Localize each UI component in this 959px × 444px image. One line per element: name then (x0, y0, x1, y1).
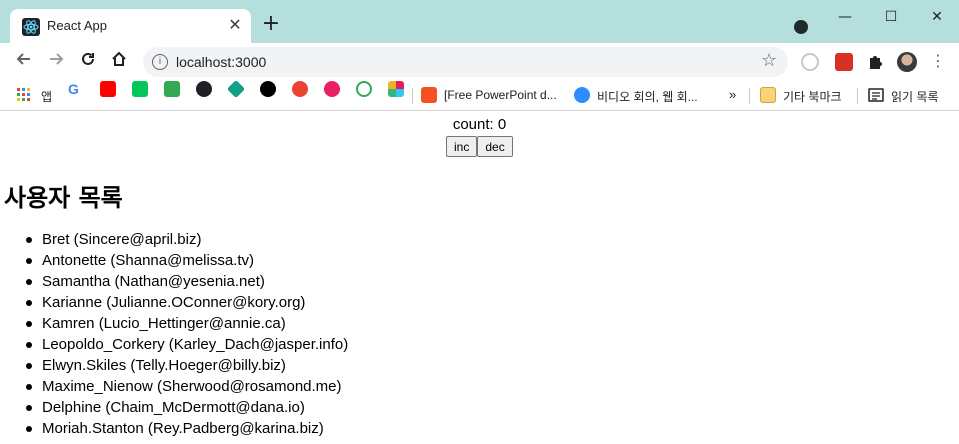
inc-button[interactable]: inc (446, 136, 478, 157)
zoom-icon (574, 87, 590, 103)
reload-icon (82, 52, 94, 65)
arrow-left-icon (16, 53, 30, 65)
reading-list-label: 읽기 목록 (891, 90, 939, 104)
counter-buttons: inc dec (446, 136, 513, 157)
close-window-button[interactable]: ✕ (920, 6, 954, 28)
bookmark-other-label: 기타 북마크 (783, 90, 842, 104)
home-icon (112, 51, 126, 66)
list-item: Maxime_Nienow (Sherwood@rosamond.me) (25, 376, 348, 397)
list-item: Karianne (Julianne.OConner@kory.org) (25, 292, 348, 313)
url-text[interactable]: localhost:3000 (176, 54, 266, 70)
google-icon[interactable]: G (68, 81, 84, 97)
divider (749, 88, 750, 104)
tab-strip: React App ✕ + — ☐ ✕ (0, 0, 959, 43)
apps-grid-icon (17, 88, 30, 101)
s-icon[interactable] (292, 81, 308, 97)
new-tab-button[interactable]: + (259, 12, 283, 36)
bookmark-apps-label: 앱 (41, 90, 53, 104)
divider (857, 88, 858, 104)
diamond-icon[interactable] (226, 79, 246, 99)
info-icon[interactable]: i (152, 54, 168, 70)
page-title: 사용자 목록 (4, 184, 123, 212)
star-icon[interactable]: ☆ (761, 50, 777, 71)
extension-circle-icon[interactable] (801, 53, 819, 71)
list-item: Samantha (Nathan@yesenia.net) (25, 271, 348, 292)
react-icon (22, 18, 40, 36)
divider (412, 88, 413, 104)
tab-title: React App (47, 18, 107, 33)
bookmark-video-label: 비디오 회의, 웹 회... (597, 90, 698, 104)
tab-react-app[interactable]: React App ✕ (10, 9, 251, 43)
bookmark-powerpoint[interactable]: [Free PowerPoint d... (421, 87, 561, 105)
tab-search-icon[interactable] (794, 20, 808, 34)
bookmark-apps[interactable]: 앱 (16, 87, 56, 105)
list-item: Moriah.Stanton (Rey.Padberg@karina.biz) (25, 418, 348, 439)
bookmarks-bar: 앱 G [Free PowerPoint d... 비디오 회의, 웹 회...… (0, 79, 959, 111)
maximize-button[interactable]: ☐ (874, 6, 908, 28)
page-content: count: 0 inc dec 사용자 목록 Bret (Sincere@ap… (0, 112, 959, 444)
reading-list-icon (868, 88, 884, 102)
list-item: Bret (Sincere@april.biz) (25, 229, 348, 250)
home-button[interactable] (107, 50, 131, 74)
arrow-right-icon (50, 53, 64, 65)
github-icon[interactable] (196, 81, 212, 97)
reading-list[interactable]: 읽기 목록 (868, 87, 956, 105)
naver-icon[interactable] (132, 81, 148, 97)
slack-icon[interactable] (388, 81, 404, 97)
list-item: Kamren (Lucio_Hettinger@annie.ca) (25, 313, 348, 334)
count-display: count: 0 (452, 116, 507, 133)
more-bookmarks-button[interactable]: » (729, 87, 736, 102)
green-circle-icon[interactable] (356, 81, 372, 97)
address-bar[interactable]: i localhost:3000 ☆ (143, 47, 788, 77)
user-list: Bret (Sincere@april.biz) Antonette (Shan… (25, 229, 349, 439)
avatar[interactable] (897, 52, 917, 72)
back-button[interactable] (12, 50, 36, 74)
px-icon[interactable] (164, 81, 180, 97)
youtube-icon[interactable] (100, 81, 116, 97)
bookmark-video-meeting[interactable]: 비디오 회의, 웹 회... (574, 87, 714, 105)
bookmark-powerpoint-label: [Free PowerPoint d... (444, 88, 557, 102)
tab-close-icon[interactable]: ✕ (224, 14, 246, 36)
menu-icon[interactable]: ⋮ (930, 51, 946, 70)
browser-toolbar: i localhost:3000 ☆ ⋮ (0, 43, 959, 81)
blogger-icon (421, 87, 437, 103)
folder-icon (760, 87, 776, 103)
puzzle-icon[interactable] (866, 53, 884, 71)
dribbble-icon[interactable] (324, 81, 340, 97)
list-item: Delphine (Chaim_McDermott@dana.io) (25, 397, 348, 418)
bookmark-other[interactable]: 기타 북마크 (760, 87, 850, 105)
list-item: Antonette (Shanna@melissa.tv) (25, 250, 348, 271)
list-item: Elwyn.Skiles (Telly.Hoeger@billy.biz) (25, 355, 348, 376)
minimize-button[interactable]: — (828, 6, 862, 28)
triangle-icon[interactable] (260, 81, 276, 97)
dec-button[interactable]: dec (477, 136, 513, 157)
extension-red-icon[interactable] (835, 53, 853, 71)
forward-button[interactable] (44, 50, 68, 74)
list-item: Leopoldo_Corkery (Karley_Dach@jasper.inf… (25, 336, 349, 353)
reload-button[interactable] (76, 50, 100, 74)
